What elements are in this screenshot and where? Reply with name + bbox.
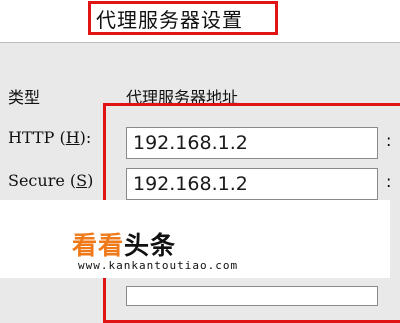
secure-proxy-address-input[interactable]: 192.168.1.2: [126, 168, 378, 200]
http-label-pre: HTTP (: [8, 128, 66, 147]
http-label-key: H: [65, 128, 80, 147]
http-label-post: ):: [79, 128, 92, 147]
dialog-title-bar: 代理服务器设置: [0, 0, 400, 42]
secure-label-pre: Secure (: [8, 171, 77, 190]
secure-label-post: ): [87, 171, 94, 190]
partial-address-input[interactable]: [126, 286, 378, 306]
http-port-separator: :: [386, 131, 392, 150]
dialog-title: 代理服务器设置: [96, 8, 243, 32]
secure-label-key: S: [76, 171, 88, 190]
watermark-logo: 看看头条: [72, 226, 176, 262]
watermark-logo-part1: 看看: [72, 231, 125, 260]
watermark-url: www.kankantoutiao.com: [78, 259, 239, 272]
http-label: HTTP (H):: [8, 128, 91, 147]
secure-port-separator: :: [386, 172, 392, 191]
secure-label: Secure (S): [8, 171, 93, 190]
type-column-header: 类型: [8, 88, 41, 107]
watermark-logo-part2: 头条: [124, 231, 177, 260]
http-proxy-address-input[interactable]: 192.168.1.2: [126, 127, 378, 159]
title-divider: [0, 42, 400, 43]
